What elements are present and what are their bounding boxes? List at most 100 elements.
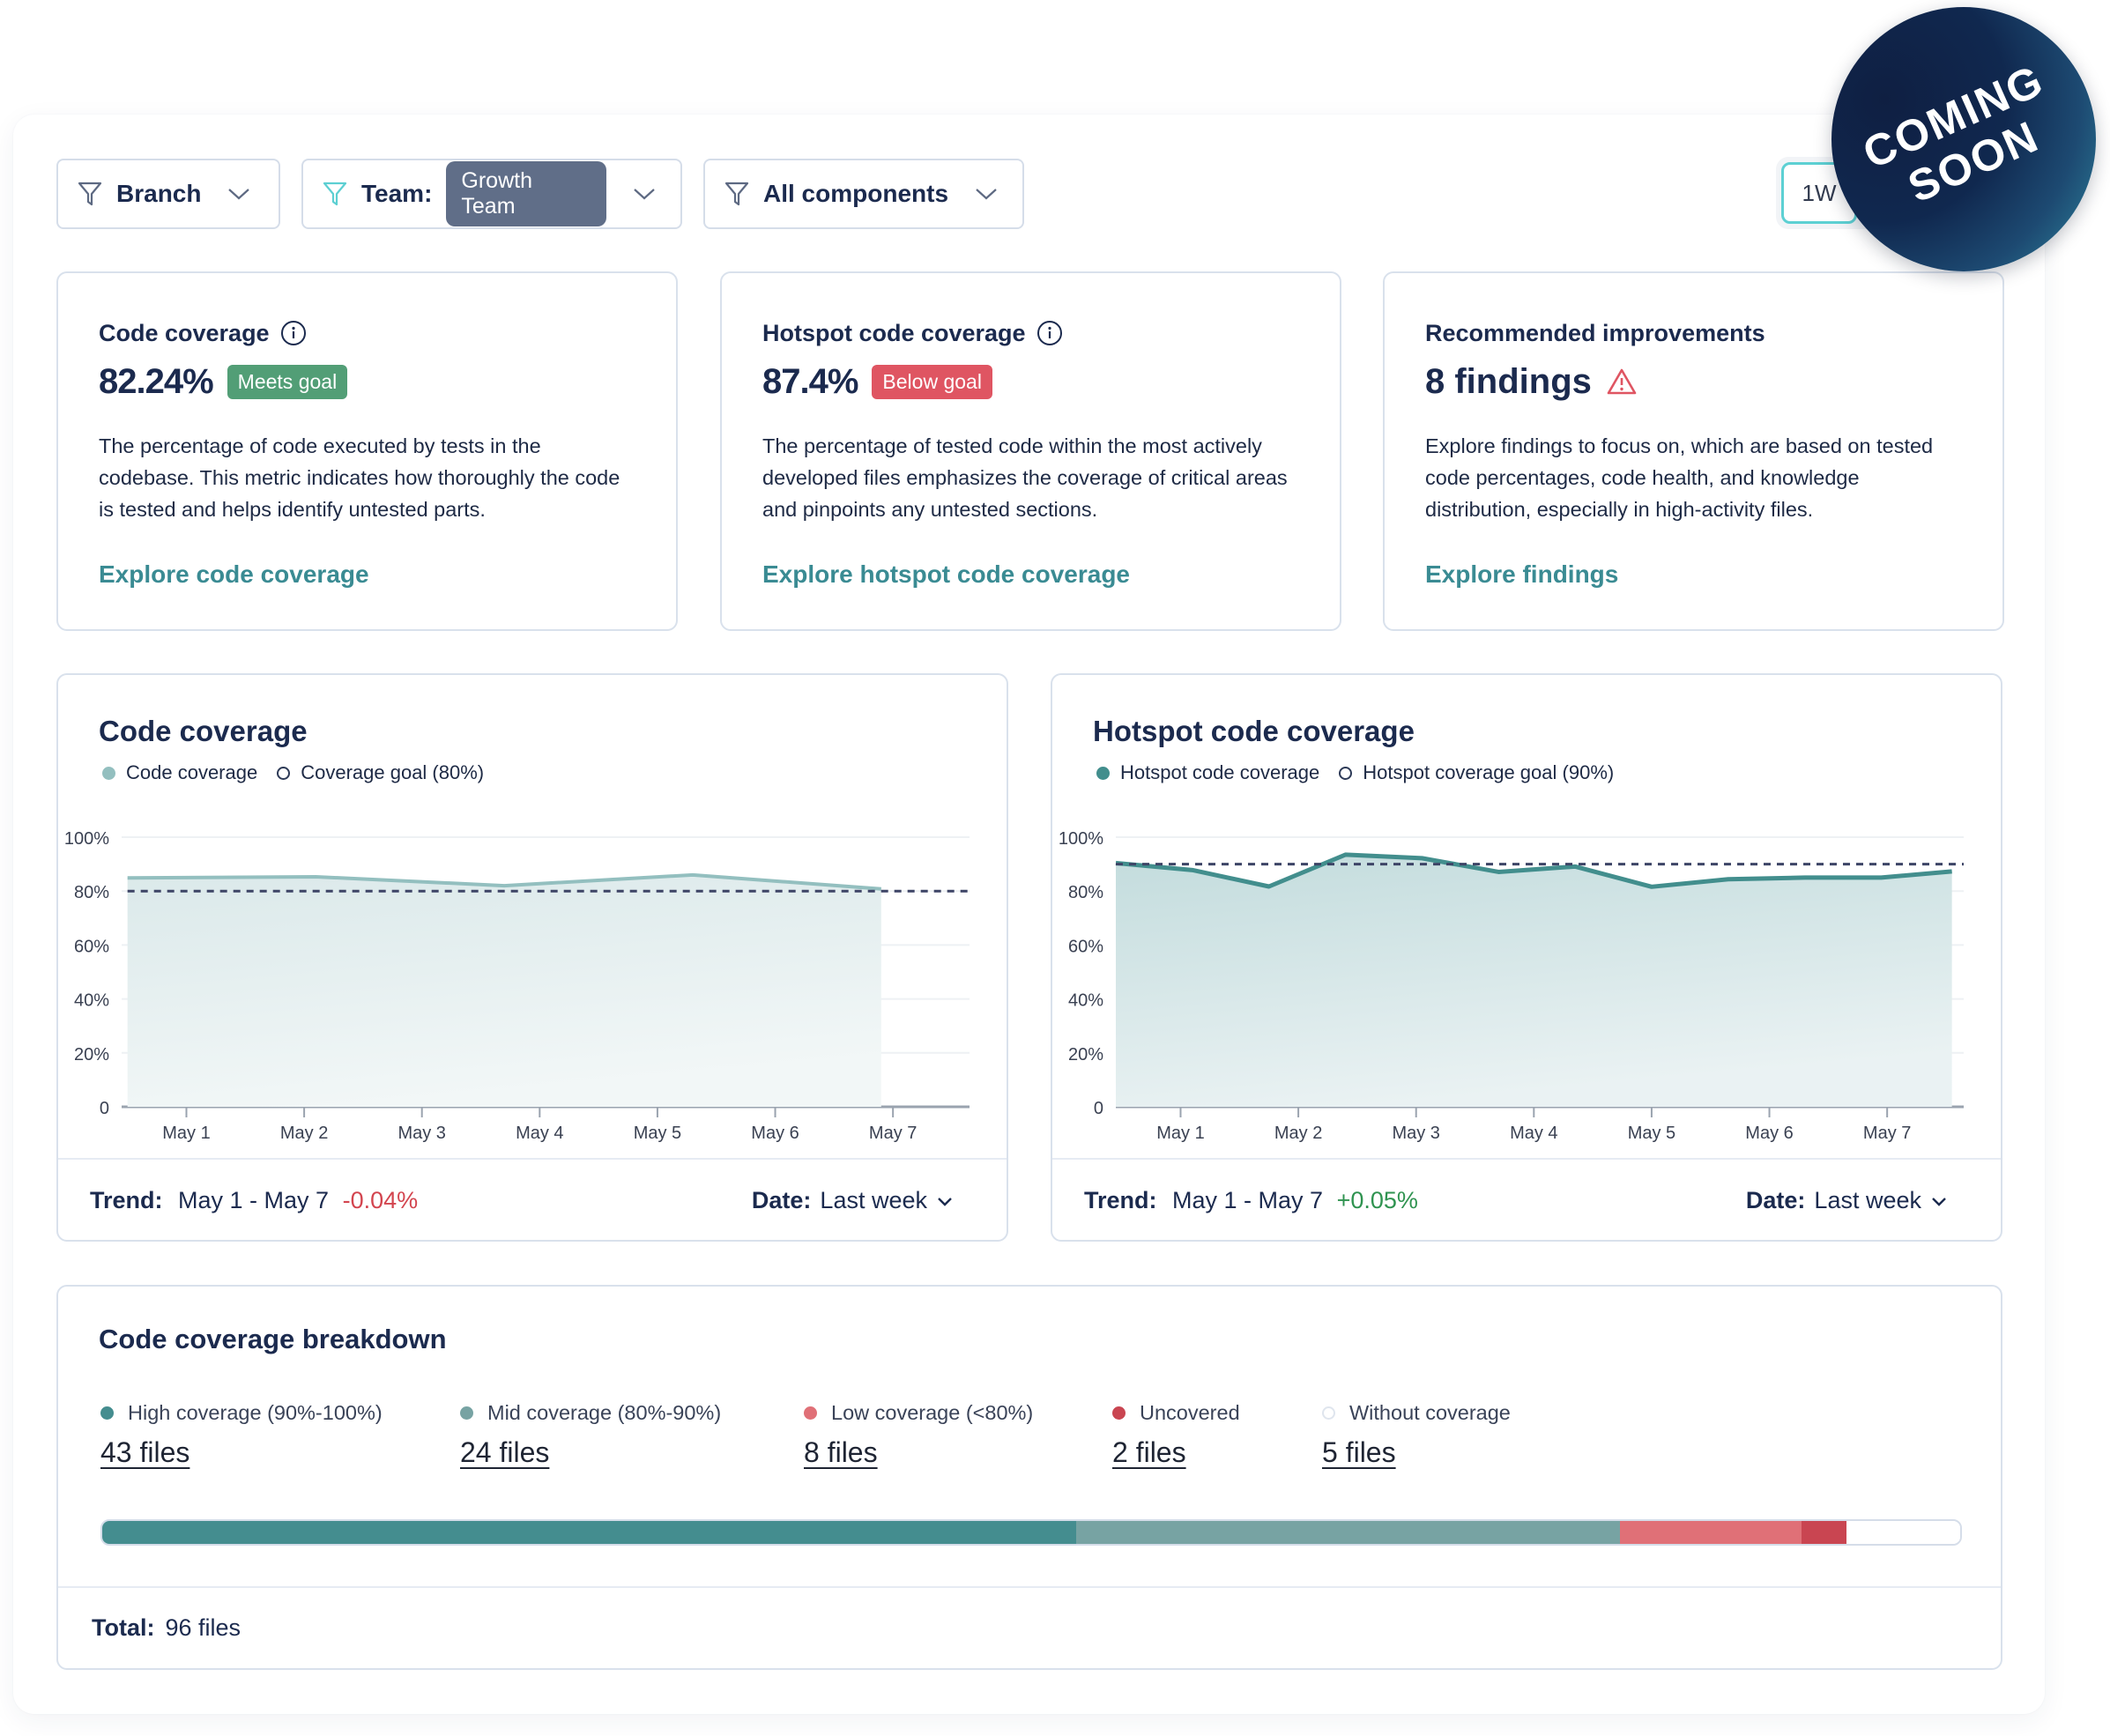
y-tick-label: 100% <box>64 829 109 849</box>
breakdown-count-link[interactable]: 2 files <box>1112 1436 1186 1469</box>
date-label: Date: <box>1745 1187 1806 1213</box>
filter-icon <box>78 182 102 206</box>
branch-filter[interactable]: Branch <box>56 159 280 229</box>
chevron-down-icon <box>228 189 250 200</box>
breakdown-count-link[interactable]: 43 files <box>100 1436 189 1469</box>
team-filter[interactable]: Team: Growth Team <box>301 159 682 229</box>
status-badge: Meets goal <box>227 364 348 399</box>
warning-icon <box>1607 368 1637 395</box>
date-range-select[interactable]: Date: Last week <box>1746 1187 1948 1214</box>
card-description: The percentage of code executed by tests… <box>99 434 620 521</box>
legend-dot-uncovered <box>1112 1406 1126 1420</box>
date-value: Last week <box>820 1187 927 1213</box>
trend-range: May 1 - May 7 <box>1172 1187 1324 1213</box>
card-value: 87.4% <box>762 361 858 401</box>
x-tick-label: May 1 <box>162 1124 210 1143</box>
date-value: Last week <box>1814 1187 1921 1213</box>
y-tick-label: 80% <box>74 883 109 902</box>
card-description: The percentage of tested code within the… <box>762 434 1288 521</box>
hotspot-coverage-chart-card: Hotspot code coverage Hotspot code cover… <box>1051 673 2002 1242</box>
info-icon[interactable] <box>1036 320 1063 346</box>
card-value: 82.24% <box>99 361 214 401</box>
coverage-area <box>1116 854 1952 1107</box>
code-coverage-chart: 0 20% 40% 60% 80% 100% May 1 May 2 May 3 May 4 May… <box>64 829 970 1143</box>
date-label: Date: <box>751 1187 812 1213</box>
bar-segment-high <box>102 1521 1077 1544</box>
bar-segment-uncovered <box>1802 1521 1847 1544</box>
hotspot-coverage-chart: 0 20% 40% 60% 80% 100% May 1 May 2 May 3 May 4 May… <box>1059 829 1964 1143</box>
chevron-down-icon <box>938 1197 952 1206</box>
total-label: Total: <box>92 1614 155 1641</box>
explore-code-coverage-link[interactable]: Explore code coverage <box>99 560 369 589</box>
trend-range: May 1 - May 7 <box>178 1187 330 1213</box>
coming-soon-badge: COMING SOON <box>1831 7 2096 271</box>
x-tick-label: May 4 <box>1510 1124 1557 1143</box>
breakdown-label: High coverage (90%-100%) <box>128 1400 383 1424</box>
breakdown-label: Low coverage (<80%) <box>831 1400 1034 1424</box>
explore-hotspot-coverage-link[interactable]: Explore hotspot code coverage <box>762 560 1130 589</box>
breakdown-count-link[interactable]: 24 files <box>460 1436 549 1469</box>
x-tick-label: May 7 <box>1863 1124 1911 1143</box>
y-tick-label: 0 <box>100 1099 109 1118</box>
status-badge: Below goal <box>872 364 992 399</box>
filter-icon <box>323 182 347 206</box>
trend-label: Trend: <box>90 1187 163 1213</box>
team-chip: Growth Team <box>446 161 606 226</box>
card-description: Explore findings to focus on, which are … <box>1425 434 1934 521</box>
branch-filter-label: Branch <box>116 180 202 207</box>
breakdown-item-high: High coverage (90%-100%) 43 files <box>100 1399 383 1469</box>
bar-segment-mid <box>1076 1521 1621 1544</box>
card-title: Recommended improvements <box>1425 319 1765 346</box>
x-tick-label: May 5 <box>1628 1124 1675 1143</box>
breakdown-count-link[interactable]: 5 files <box>1322 1436 1396 1469</box>
team-filter-label: Team: <box>361 180 433 207</box>
y-tick-label: 60% <box>1068 937 1103 956</box>
breakdown-item-low: Low coverage (<80%) 8 files <box>804 1399 1033 1469</box>
legend-dot-high <box>100 1406 114 1420</box>
x-tick-label: May 3 <box>397 1124 445 1143</box>
total-value: 96 files <box>165 1614 241 1641</box>
breakdown-count-link[interactable]: 8 files <box>804 1436 878 1469</box>
components-filter-label: All components <box>763 180 949 207</box>
breakdown-item-mid: Mid coverage (80%-90%) 24 files <box>460 1399 721 1469</box>
y-tick-label: 100% <box>1059 829 1103 849</box>
chart-footer: Trend: May 1 - May 7 +0.05% Date: Last w… <box>1052 1158 2001 1242</box>
legend-dot-without <box>1322 1406 1335 1420</box>
x-tick-label: May 5 <box>634 1124 681 1143</box>
breakdown-item-uncovered: Uncovered 2 files <box>1112 1399 1240 1469</box>
chevron-down-icon <box>634 189 655 200</box>
breakdown-label: Without coverage <box>1349 1400 1511 1424</box>
trend-value: -0.04% <box>342 1187 419 1213</box>
breakdown-footer: Total: 96 files <box>58 1586 2001 1668</box>
components-filter[interactable]: All components <box>703 159 1024 229</box>
coverage-breakdown-bar <box>100 1519 1962 1546</box>
info-icon[interactable] <box>280 320 307 346</box>
trend-label: Trend: <box>1084 1187 1157 1213</box>
legend-dot-mid <box>460 1406 473 1420</box>
chevron-down-icon <box>976 189 997 200</box>
coverage-breakdown-card: Code coverage breakdown High coverage (9… <box>56 1285 2002 1670</box>
x-tick-label: May 1 <box>1156 1124 1204 1143</box>
y-tick-label: 20% <box>74 1045 109 1065</box>
chart-footer: Trend: May 1 - May 7 -0.04% Date: Last w… <box>58 1158 1007 1242</box>
y-tick-label: 0 <box>1094 1099 1103 1118</box>
card-title: Hotspot code coverage <box>762 319 1026 346</box>
y-tick-label: 40% <box>1068 991 1103 1011</box>
recommended-improvements-card: Recommended improvements 8 findings Expl… <box>1383 271 2004 631</box>
code-coverage-card: Code coverage 82.24% Meets goal The perc… <box>56 271 678 631</box>
explore-findings-link[interactable]: Explore findings <box>1425 560 1618 589</box>
filter-icon <box>724 182 749 206</box>
chevron-down-icon <box>1932 1197 1946 1206</box>
code-coverage-chart-card: Code coverage Code coverage Coverage goa… <box>56 673 1008 1242</box>
x-tick-label: May 3 <box>1392 1124 1439 1143</box>
breakdown-title: Code coverage breakdown <box>99 1324 447 1354</box>
legend-dot-low <box>804 1406 817 1420</box>
breakdown-item-without: Without coverage 5 files <box>1322 1399 1511 1469</box>
y-tick-label: 40% <box>74 991 109 1011</box>
y-tick-label: 20% <box>1068 1045 1103 1065</box>
date-range-select[interactable]: Date: Last week <box>752 1187 954 1214</box>
card-title: Code coverage <box>99 319 270 346</box>
bar-segment-without <box>1846 1521 1960 1544</box>
x-tick-label: May 2 <box>1274 1124 1322 1143</box>
bar-segment-low <box>1620 1521 1802 1544</box>
